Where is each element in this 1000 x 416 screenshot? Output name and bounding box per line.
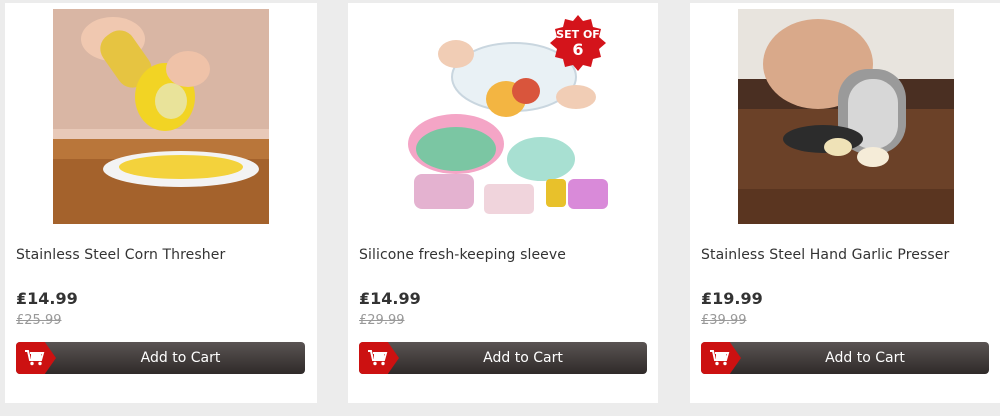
product-price: ₤14.99 — [359, 289, 421, 308]
product-old-price: ₤29.99 — [359, 313, 405, 328]
product-title[interactable]: Silicone fresh-keeping sleeve — [359, 247, 566, 263]
add-to-cart-button[interactable]: Add to Cart — [359, 342, 647, 374]
product-old-price: ₤39.99 — [701, 313, 747, 328]
cart-icon — [359, 342, 399, 374]
set-badge-text: SET OF 6 — [556, 28, 600, 59]
cart-icon — [16, 342, 56, 374]
product-title[interactable]: Stainless Steel Hand Garlic Presser — [701, 247, 949, 263]
product-price: ₤19.99 — [701, 289, 763, 308]
cart-icon — [701, 342, 741, 374]
product-price: ₤14.99 — [16, 289, 78, 308]
product-old-price: ₤25.99 — [16, 313, 62, 328]
add-to-cart-label: Add to Cart — [483, 350, 563, 366]
add-to-cart-label: Add to Cart — [825, 350, 905, 366]
product-title[interactable]: Stainless Steel Corn Thresher — [16, 247, 225, 263]
product-image[interactable]: SET OF 6 — [396, 9, 612, 224]
product-card[interactable]: SET OF 6 Silicone fresh-keeping sleeve ₤… — [348, 3, 658, 403]
add-to-cart-button[interactable]: Add to Cart — [16, 342, 305, 374]
add-to-cart-label: Add to Cart — [140, 350, 221, 366]
product-card[interactable]: Stainless Steel Corn Thresher ₤14.99 ₤25… — [5, 3, 317, 403]
product-image[interactable] — [738, 9, 954, 224]
add-to-cart-button[interactable]: Add to Cart — [701, 342, 989, 374]
product-card[interactable]: Stainless Steel Hand Garlic Presser ₤19.… — [690, 3, 1000, 403]
product-image[interactable] — [53, 9, 269, 224]
